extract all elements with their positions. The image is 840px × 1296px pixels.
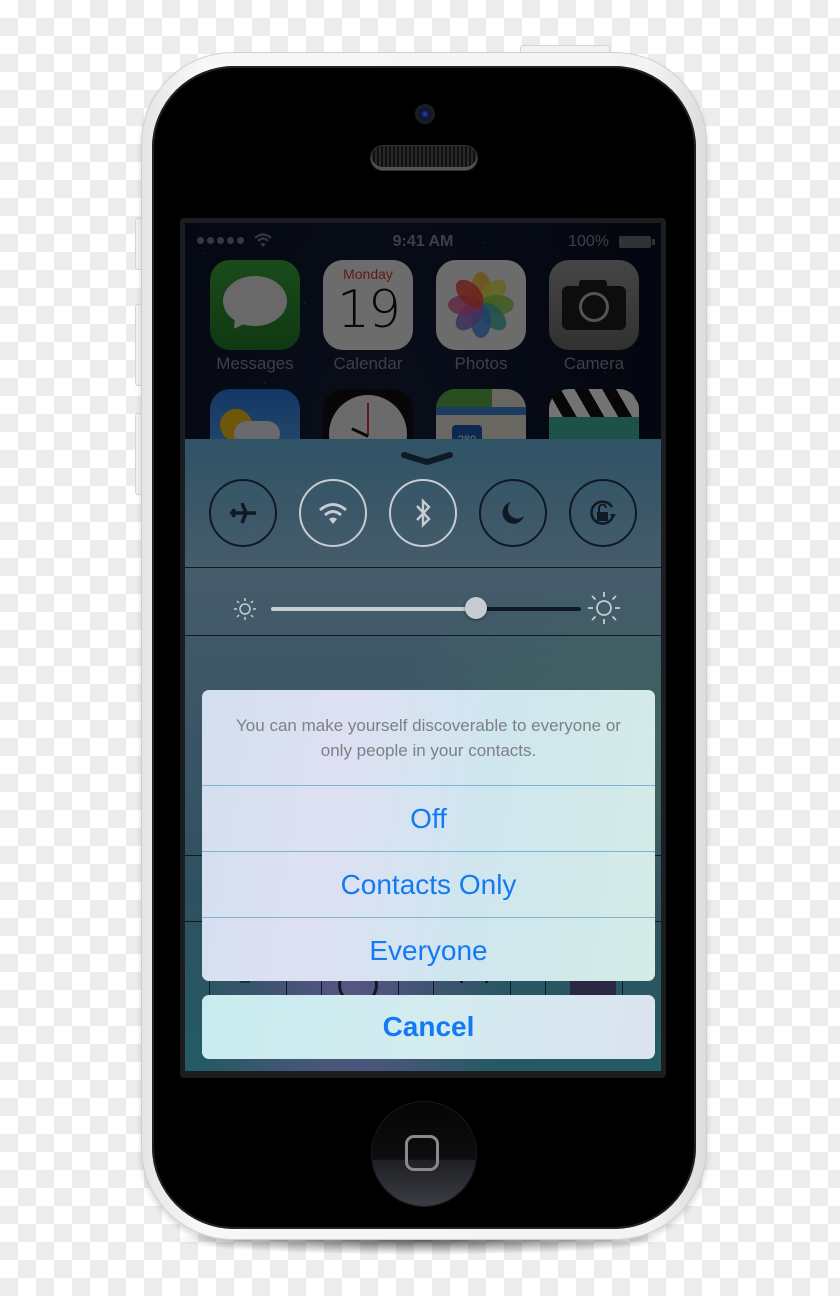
earpiece-speaker — [371, 146, 477, 170]
toggle-bluetooth[interactable] — [389, 479, 457, 547]
app-label: Calendar — [333, 354, 403, 373]
brightness-control — [185, 577, 661, 637]
toggle-rotation-lock[interactable] — [569, 479, 637, 547]
home-square-icon — [405, 1135, 439, 1171]
option-contacts-only-button[interactable]: Contacts Only — [202, 851, 655, 917]
divider — [185, 567, 661, 568]
wifi-icon — [319, 503, 347, 524]
app-calendar[interactable]: Monday 19 Calendar — [323, 260, 413, 374]
messages-icon — [210, 260, 300, 350]
toggle-wifi[interactable] — [299, 479, 367, 547]
moon-icon — [502, 502, 524, 524]
option-everyone-button[interactable]: Everyone — [202, 917, 655, 981]
sun-small-icon — [234, 598, 256, 620]
photos-icon — [436, 260, 526, 350]
calendar-icon: Monday 19 — [323, 260, 413, 350]
app-label: Photos — [454, 354, 508, 373]
battery-icon — [619, 236, 655, 248]
app-label: Camera — [563, 354, 625, 373]
toggle-do-not-disturb[interactable] — [479, 479, 547, 547]
home-button[interactable] — [372, 1102, 476, 1206]
action-sheet-message: You can make yourself discoverable to ev… — [236, 715, 621, 760]
bluetooth-icon — [416, 498, 431, 528]
app-label: Messages — [216, 354, 294, 373]
option-off-button[interactable]: Off — [202, 785, 655, 851]
battery-percent: 100% — [568, 233, 609, 250]
camera-icon — [549, 260, 639, 350]
app-camera[interactable]: Camera — [549, 260, 639, 374]
brightness-slider-fill[interactable] — [271, 607, 476, 611]
status-bar: 9:41 AM 100% — [185, 231, 661, 251]
brightness-slider-thumb[interactable] — [464, 597, 487, 619]
toggle-row — [185, 479, 661, 551]
front-camera — [415, 104, 435, 124]
calendar-date: 19 — [336, 280, 401, 340]
screen: 9:41 AM 100% Messages Monday 19 Calendar — [180, 218, 666, 1078]
divider — [185, 635, 661, 636]
action-sheet: You can make yourself discoverable to ev… — [202, 690, 655, 981]
rotation-lock-icon — [590, 500, 616, 525]
app-messages[interactable]: Messages — [210, 260, 300, 374]
sun-large-icon — [588, 592, 620, 624]
app-photos[interactable]: Photos — [436, 260, 526, 374]
cancel-button[interactable]: Cancel — [202, 995, 655, 1059]
toggle-airplane-mode[interactable] — [209, 479, 277, 547]
brightness-slider-track[interactable] — [475, 607, 581, 611]
screen-content: 9:41 AM 100% Messages Monday 19 Calendar — [185, 223, 661, 1071]
grabber-chevron-icon[interactable] — [400, 451, 454, 465]
airplane-icon — [230, 502, 256, 524]
